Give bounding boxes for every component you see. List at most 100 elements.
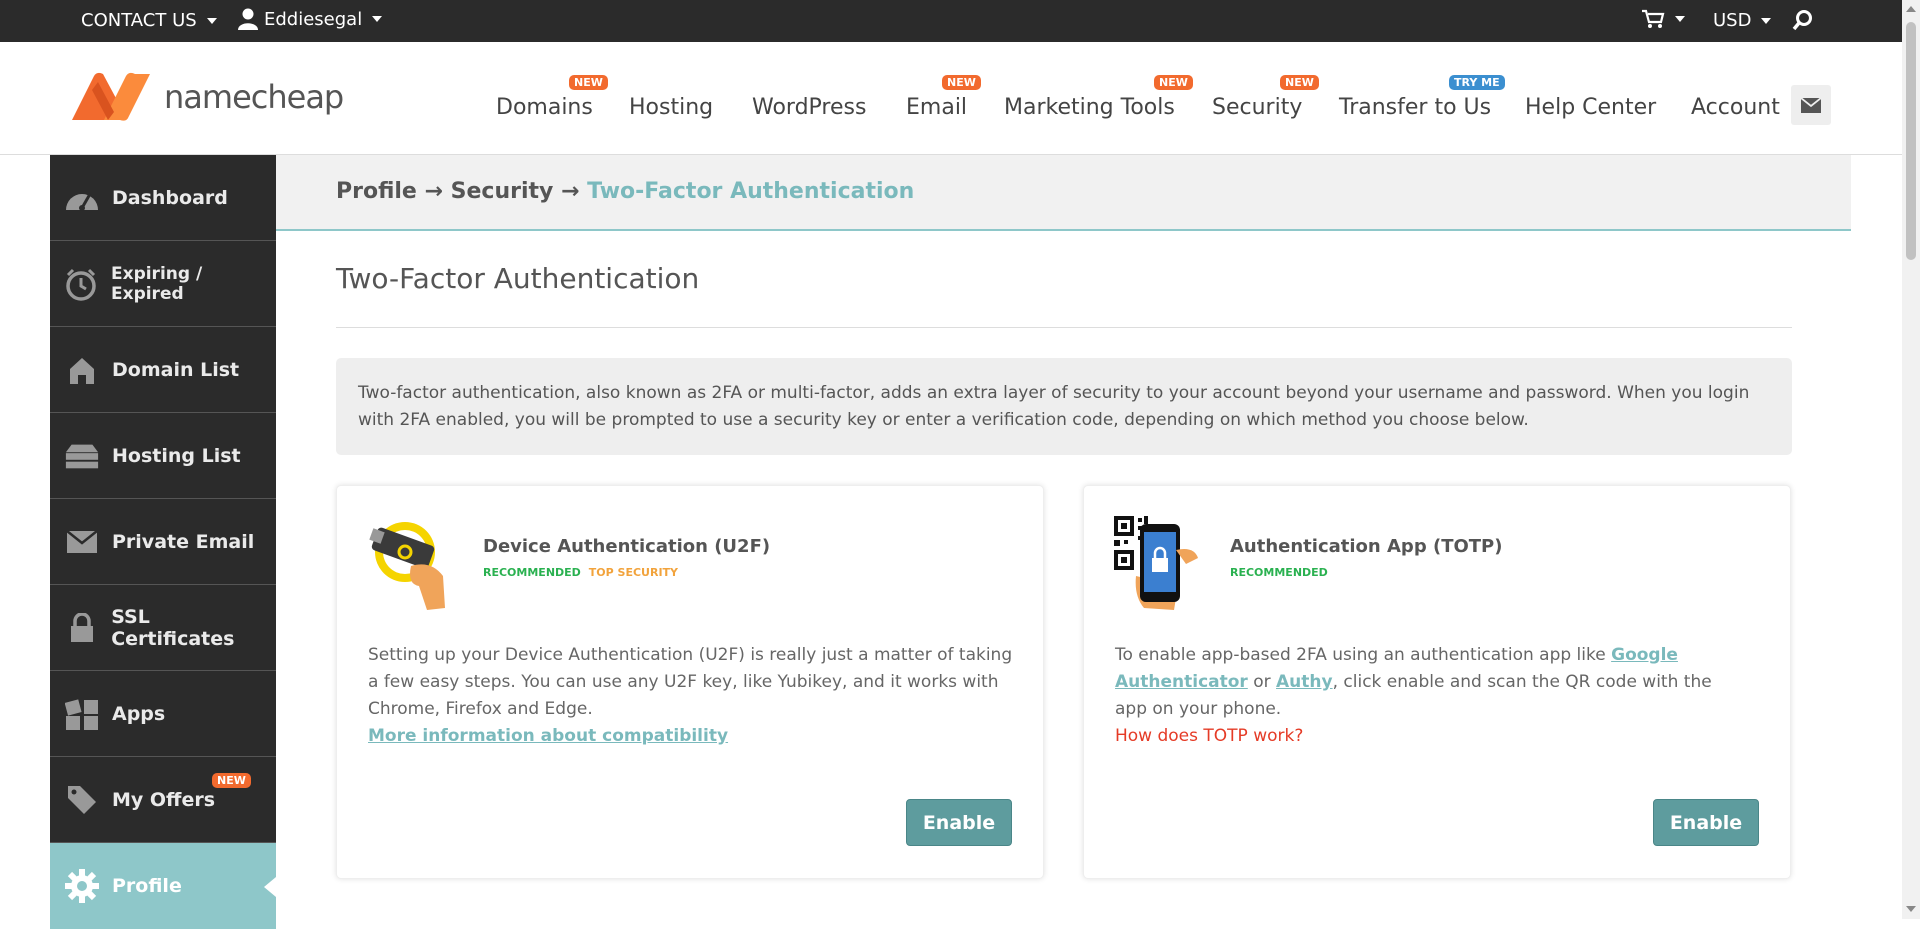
u2f-enable-button[interactable]: Enable	[906, 799, 1012, 846]
sidebar-item-apps[interactable]: Apps	[50, 671, 276, 757]
scroll-down-icon[interactable]	[1906, 906, 1916, 914]
totp-enable-button[interactable]: Enable	[1653, 799, 1759, 846]
contact-us-dropdown[interactable]: CONTACT US	[81, 10, 217, 31]
totp-tags: RECOMMENDED	[1230, 566, 1336, 579]
sidebar-item-label: SSL Certificates	[111, 605, 235, 650]
user-menu[interactable]: Eddiesegal	[238, 8, 383, 30]
totp-description: To enable app-based 2FA using an authent…	[1115, 642, 1725, 750]
new-badge: NEW	[212, 773, 251, 788]
nav-hosting[interactable]: Hosting	[629, 95, 713, 120]
new-badge: NEW	[1280, 75, 1319, 90]
server-icon	[64, 438, 100, 474]
sidebar-item-label: Domain List	[112, 358, 240, 381]
sidebar-item-domain-list[interactable]: Domain List	[50, 327, 276, 413]
speedometer-icon	[64, 180, 100, 216]
cart-dropdown[interactable]	[1641, 9, 1685, 29]
sidebar-item-expiring[interactable]: Expiring / Expired	[50, 241, 276, 327]
security-key-illustration	[369, 522, 445, 610]
sidebar-item-label: Private Email	[112, 530, 255, 553]
sidebar: Dashboard Expiring / Expired Domain List…	[50, 155, 276, 929]
new-badge: NEW	[569, 75, 608, 90]
breadcrumb-bar: Profile → Security → Two-Factor Authenti…	[276, 155, 1851, 231]
username-label: Eddiesegal	[264, 8, 363, 30]
breadcrumb-security[interactable]: Security	[451, 179, 554, 204]
u2f-tags: RECOMMENDED TOP SECURITY	[483, 566, 678, 579]
namecheap-logo-icon	[72, 72, 150, 121]
breadcrumb-current: Two-Factor Authentication	[587, 179, 915, 204]
envelope-icon	[64, 524, 100, 560]
compatibility-link[interactable]: More information about compatibility	[368, 726, 728, 746]
divider	[336, 327, 1792, 328]
sidebar-item-label: Hosting List	[112, 444, 241, 467]
totp-title: Authentication App (TOTP)	[1230, 536, 1503, 557]
u2f-card: Device Authentication (U2F) RECOMMENDED T…	[336, 485, 1044, 879]
cart-icon	[1642, 9, 1665, 28]
nav-label: Hosting	[629, 95, 714, 120]
nav-help-center[interactable]: Help Center	[1525, 95, 1656, 120]
sidebar-item-label: Expiring / Expired	[110, 263, 203, 304]
sidebar-item-private-email[interactable]: Private Email	[50, 499, 276, 585]
scrollbar-thumb[interactable]	[1906, 22, 1916, 260]
authy-link[interactable]: Authy	[1276, 672, 1333, 692]
breadcrumb-profile[interactable]: Profile	[336, 179, 417, 204]
sidebar-item-label: Profile	[112, 875, 182, 897]
nav-label: Security	[1212, 95, 1303, 120]
top-bar: CONTACT US Eddiesegal USD	[0, 0, 1902, 42]
scroll-up-icon[interactable]	[1906, 4, 1916, 12]
page-title: Two-Factor Authentication	[336, 262, 700, 295]
namecheap-logo[interactable]: namecheap	[70, 72, 344, 122]
nav-label: Help Center	[1525, 95, 1657, 120]
nav-label: Account	[1691, 95, 1780, 120]
nav-wordpress[interactable]: WordPress	[752, 95, 866, 120]
user-icon	[238, 8, 258, 30]
phone-qr-illustration	[1114, 516, 1198, 610]
try-me-badge: TRY ME	[1449, 75, 1505, 90]
sidebar-item-label: Apps	[112, 702, 166, 725]
search-button[interactable]	[1792, 9, 1814, 31]
envelope-icon	[1801, 97, 1821, 113]
nav-label: WordPress	[752, 95, 867, 120]
u2f-title: Device Authentication (U2F)	[483, 536, 771, 557]
messages-button[interactable]	[1791, 85, 1831, 125]
apps-icon	[64, 696, 100, 732]
gear-icon	[64, 868, 100, 904]
brand-name: namecheap	[164, 78, 344, 116]
new-badge: NEW	[942, 75, 981, 90]
home-icon	[64, 352, 100, 388]
chevron-down-icon	[1761, 17, 1772, 24]
nav-label: Marketing Tools	[1004, 95, 1175, 120]
sidebar-item-dashboard[interactable]: Dashboard	[50, 155, 276, 241]
nav-account[interactable]: Account	[1691, 95, 1780, 120]
tag-icon	[64, 782, 100, 818]
recommended-tag: RECOMMENDED	[483, 566, 581, 579]
sidebar-item-hosting-list[interactable]: Hosting List	[50, 413, 276, 499]
nav-label: Transfer to Us	[1339, 95, 1492, 120]
totp-body-text: To enable app-based 2FA using an authent…	[1115, 645, 1612, 665]
nav-transfer[interactable]: Transfer to Us TRY ME	[1339, 75, 1505, 120]
sidebar-item-label: My Offers	[112, 788, 216, 811]
u2f-description: Setting up your Device Authentication (U…	[368, 642, 1018, 750]
lock-icon	[64, 610, 99, 646]
totp-help-link[interactable]: How does TOTP work?	[1115, 726, 1303, 746]
sidebar-item-my-offers[interactable]: My Offers NEW	[50, 757, 276, 843]
sidebar-item-label: Dashboard	[112, 186, 228, 209]
currency-label: USD	[1713, 10, 1752, 31]
page-scrollbar[interactable]	[1902, 0, 1920, 919]
sidebar-item-profile[interactable]: Profile	[50, 843, 276, 929]
contact-us-label: CONTACT US	[81, 10, 197, 31]
nav-marketing-tools[interactable]: Marketing Tools NEW	[1004, 75, 1193, 120]
nav-security[interactable]: Security NEW	[1212, 75, 1319, 120]
new-badge: NEW	[1154, 75, 1193, 90]
chevron-down-icon	[372, 16, 383, 22]
breadcrumb-separator: →	[561, 179, 580, 204]
nav-label: Domains	[496, 95, 593, 120]
top-security-tag: TOP SECURITY	[588, 566, 679, 579]
currency-dropdown[interactable]: USD	[1713, 10, 1772, 31]
intro-text: Two-factor authentication, also known as…	[336, 358, 1792, 455]
search-icon	[1792, 10, 1812, 31]
sidebar-item-ssl[interactable]: SSL Certificates	[50, 585, 276, 671]
nav-domains[interactable]: Domains NEW	[496, 75, 608, 120]
recommended-tag: RECOMMENDED	[1230, 566, 1328, 579]
nav-email[interactable]: Email NEW	[906, 75, 981, 120]
breadcrumb: Profile → Security → Two-Factor Authenti…	[336, 179, 914, 204]
